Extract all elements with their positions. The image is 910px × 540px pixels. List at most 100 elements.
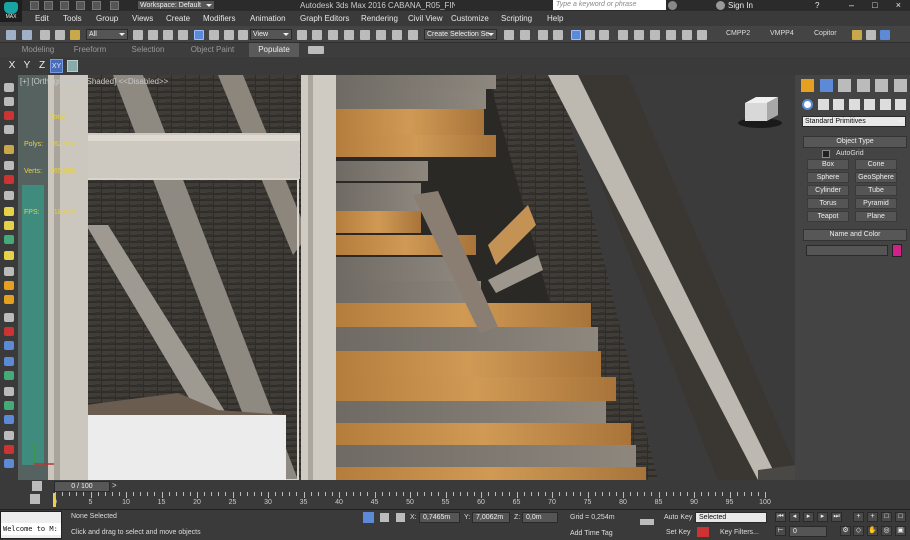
tool-icon-9[interactable] bbox=[4, 207, 14, 216]
axis-y-button[interactable]: Y bbox=[21, 59, 33, 73]
rendered-frame-window-icon[interactable] bbox=[634, 30, 644, 40]
tube-button[interactable]: Tube bbox=[855, 185, 897, 196]
tool-icon-18[interactable] bbox=[4, 341, 14, 350]
set-key-button[interactable]: Set Key bbox=[666, 529, 691, 536]
toggle-ribbon-icon[interactable] bbox=[553, 30, 563, 40]
orbit-icon[interactable]: ◎ bbox=[881, 526, 892, 536]
snaps-toggle-icon[interactable] bbox=[344, 30, 354, 40]
helpers-icon[interactable] bbox=[864, 99, 875, 110]
default-in-out-icon[interactable] bbox=[697, 527, 709, 537]
bind-space-warp-icon[interactable] bbox=[70, 30, 80, 40]
edit-named-selection-icon[interactable] bbox=[408, 30, 418, 40]
tool-icon-2[interactable] bbox=[4, 97, 14, 106]
sign-in-link[interactable]: Sign In bbox=[728, 0, 753, 11]
tab-freeform[interactable]: Freeform bbox=[68, 43, 112, 57]
undo-icon[interactable] bbox=[76, 1, 85, 10]
unlink-icon[interactable] bbox=[55, 30, 65, 40]
menu-group[interactable]: Group bbox=[96, 11, 118, 26]
rectangular-selection-icon[interactable] bbox=[163, 30, 173, 40]
menu-tools[interactable]: Tools bbox=[63, 11, 82, 26]
reference-coordinate-dropdown[interactable]: View bbox=[250, 29, 292, 40]
schematic-view-icon[interactable] bbox=[585, 30, 595, 40]
tool-icon-19[interactable] bbox=[4, 357, 14, 366]
app-logo[interactable]: MAX bbox=[0, 0, 22, 22]
tool-icon-12[interactable] bbox=[4, 251, 14, 260]
cone-button[interactable]: Cone bbox=[855, 159, 897, 170]
current-frame-field[interactable]: 0 bbox=[789, 526, 827, 537]
spinner-snap-icon[interactable] bbox=[392, 30, 402, 40]
maxscript-listener[interactable]: Welcome to M: bbox=[0, 511, 62, 539]
plane-button[interactable]: Plane bbox=[855, 211, 897, 222]
render-setup-icon[interactable] bbox=[618, 30, 628, 40]
maximize-viewport-icon[interactable]: ▣ bbox=[895, 526, 906, 536]
render-iterative-icon[interactable] bbox=[666, 30, 676, 40]
align-icon[interactable] bbox=[520, 30, 530, 40]
menu-create[interactable]: Create bbox=[166, 11, 190, 26]
x-coordinate-field[interactable]: 0,7465m bbox=[419, 512, 460, 523]
utilities-tab-icon[interactable] bbox=[893, 79, 907, 92]
systems-icon[interactable] bbox=[895, 99, 906, 110]
menu-edit[interactable]: Edit bbox=[35, 11, 49, 26]
go-to-start-icon[interactable]: ⏮ bbox=[775, 512, 786, 522]
geometry-icon[interactable] bbox=[802, 99, 813, 110]
layer-explorer-icon[interactable] bbox=[538, 30, 548, 40]
key-mode-dropdown[interactable]: Selected bbox=[695, 512, 767, 523]
snap-axis-icon[interactable] bbox=[67, 60, 78, 72]
zoom-icon[interactable]: + bbox=[853, 512, 864, 522]
script-icon[interactable] bbox=[852, 30, 862, 40]
tool-icon-17[interactable] bbox=[4, 327, 14, 336]
tool-icon-15[interactable] bbox=[4, 295, 14, 304]
help-icon[interactable]: ? bbox=[815, 0, 819, 11]
sphere-button[interactable]: Sphere bbox=[807, 172, 849, 183]
tab-populate[interactable]: Populate bbox=[249, 43, 299, 57]
lock-selection-icon[interactable] bbox=[380, 513, 389, 522]
key-filters-button[interactable]: Key Filters... bbox=[720, 529, 759, 536]
render-production-icon[interactable] bbox=[650, 30, 660, 40]
next-frame-icon[interactable]: ▸ bbox=[817, 512, 828, 522]
render-in-cloud-icon[interactable] bbox=[697, 30, 707, 40]
object-type-rollout[interactable]: Object Type bbox=[803, 136, 907, 148]
project-folder-icon[interactable] bbox=[110, 1, 119, 10]
space-warps-icon[interactable] bbox=[879, 99, 891, 110]
geosphere-button[interactable]: GeoSphere bbox=[855, 172, 897, 183]
tool-icon-4[interactable] bbox=[4, 125, 14, 134]
axis-xy-button[interactable]: XY bbox=[50, 59, 63, 73]
select-by-name-icon[interactable] bbox=[148, 30, 158, 40]
y-coordinate-field[interactable]: 7,0062m bbox=[472, 512, 510, 523]
angle-snap-icon[interactable] bbox=[360, 30, 370, 40]
object-color-swatch[interactable] bbox=[892, 244, 902, 257]
script-icon-2[interactable] bbox=[866, 30, 876, 40]
undo-icon[interactable] bbox=[6, 30, 16, 40]
tab-modeling[interactable]: Modeling bbox=[14, 43, 62, 57]
tool-icon-23[interactable] bbox=[4, 415, 14, 424]
add-time-tag[interactable]: Add Time Tag bbox=[570, 530, 613, 537]
tool-icon-11[interactable] bbox=[4, 235, 14, 244]
tab-object-paint[interactable]: Object Paint bbox=[185, 43, 240, 57]
tool-icon-25[interactable] bbox=[4, 445, 14, 454]
key-icon[interactable] bbox=[640, 519, 654, 525]
motion-tab-icon[interactable] bbox=[856, 79, 870, 92]
axis-x-button[interactable]: X bbox=[6, 59, 18, 73]
tool-icon-21[interactable] bbox=[4, 387, 14, 396]
pivot-center-icon[interactable] bbox=[297, 30, 307, 40]
zoom-extents-all-icon[interactable]: □ bbox=[895, 512, 906, 522]
select-and-rotate-icon[interactable] bbox=[209, 30, 219, 40]
render-activeshade-icon[interactable] bbox=[682, 30, 692, 40]
menu-rendering[interactable]: Rendering bbox=[361, 11, 398, 26]
time-slider-track[interactable]: 0 / 100 > bbox=[0, 480, 910, 492]
curve-editor-icon[interactable] bbox=[571, 30, 581, 40]
z-coordinate-field[interactable]: 0,0m bbox=[522, 512, 558, 523]
cmpp2-button[interactable]: CMPP2 bbox=[726, 30, 750, 37]
viewport-label[interactable]: [+] [Orthographic] [Shaded] <<Disabled>> bbox=[20, 77, 168, 86]
menu-animation[interactable]: Animation bbox=[250, 11, 286, 26]
shapes-icon[interactable] bbox=[817, 99, 829, 110]
tool-icon-1[interactable] bbox=[4, 83, 14, 92]
create-tab-icon[interactable] bbox=[801, 79, 814, 92]
select-and-scale-icon[interactable] bbox=[224, 30, 234, 40]
timeline-next-arrow[interactable]: > bbox=[112, 481, 117, 490]
percent-snap-icon[interactable] bbox=[376, 30, 386, 40]
script-icon-3[interactable] bbox=[880, 30, 890, 40]
field-of-view-icon[interactable]: ◇ bbox=[853, 526, 864, 536]
vmpp4-button[interactable]: VMPP4 bbox=[770, 30, 794, 37]
object-name-field[interactable] bbox=[806, 245, 888, 256]
